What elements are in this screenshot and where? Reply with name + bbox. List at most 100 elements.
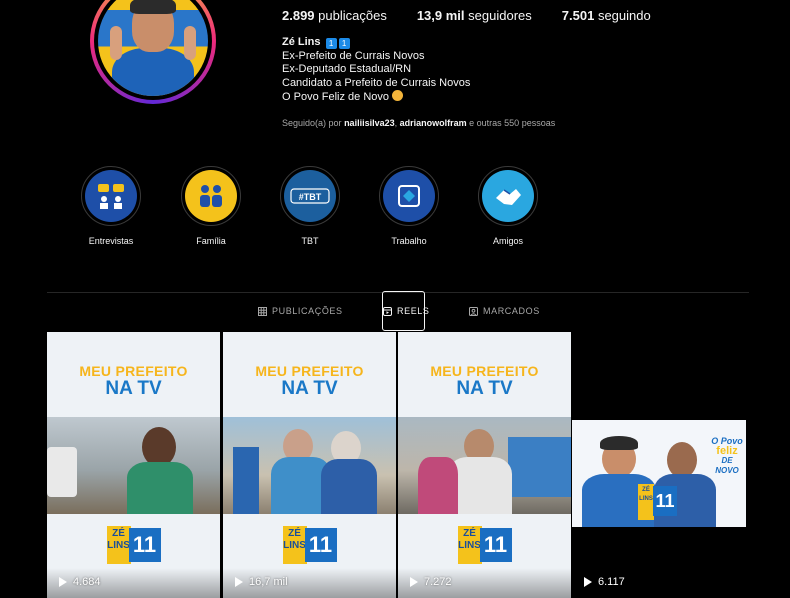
play-icon <box>410 577 418 587</box>
person-body <box>418 457 458 514</box>
reel-photo <box>47 417 220 514</box>
bio-line: Ex-Prefeito de Currais Novos <box>282 49 425 62</box>
reel-thumbnail[interactable]: MEU PREFEITO NA TV ZÉ LINS 11 7.272 <box>398 332 571 598</box>
play-icon <box>584 577 592 587</box>
car-shape <box>47 447 77 497</box>
interview-icon <box>85 170 137 222</box>
posts-label: publicações <box>318 8 387 23</box>
person-body <box>321 459 377 514</box>
bio-line: Ex-Deputado Estadual/RN <box>282 63 412 75</box>
reel-thumbnail[interactable]: MEU PREFEITO NA TV ZÉ LINS 11 4.684 <box>47 332 220 598</box>
profile-name: Zé Lins <box>282 36 321 48</box>
brand-text: O Povo feliz DE NOVO <box>710 436 744 476</box>
highlight-ring <box>81 166 141 226</box>
reel-photo <box>223 417 396 514</box>
avatar-hand-left <box>110 26 122 60</box>
badge-one-icon: 1 <box>325 38 337 49</box>
following-value: 7.501 <box>561 8 595 23</box>
reel-title-line1: MEU PREFEITO <box>430 362 539 379</box>
tbt-icon: #TBT <box>284 170 336 222</box>
highlight-amigos[interactable]: Amigos <box>478 166 538 246</box>
highlight-label: Entrevistas <box>88 236 134 246</box>
reel-title-line2: NA TV <box>105 377 162 399</box>
reel-thumbnail[interactable]: ZÉ LINS 11 O Povo feliz DE NOVO <box>572 420 746 527</box>
reel-views: 7.272 <box>410 576 452 588</box>
highlight-trabalho[interactable]: Trabalho <box>379 166 439 246</box>
avatar[interactable] <box>98 0 208 96</box>
bio-line: O Povo Feliz de Novo <box>282 91 389 103</box>
campaign-logo: ZÉ LINS 11 <box>638 484 678 520</box>
posts-value: 2.899 <box>282 8 315 23</box>
follower-link[interactable]: adrianowolfram <box>400 118 467 128</box>
highlight-entrevistas[interactable]: Entrevistas <box>81 166 141 246</box>
highlight-label: Trabalho <box>391 236 427 246</box>
followers-count[interactable]: 13,9 mil seguidores <box>417 8 532 23</box>
person-hair <box>600 436 638 450</box>
followers-label: seguidores <box>468 8 532 23</box>
profile-bio: Zé Lins 11 Ex-Prefeito de Currais Novos … <box>282 36 470 105</box>
tab-posts-label: PUBLICAÇÕES <box>272 306 343 316</box>
work-icon <box>383 170 435 222</box>
reel-thumbnail[interactable]: MEU PREFEITO NA TV ZÉ LINS 11 16,7 mil <box>223 332 396 598</box>
smile-emoji-icon <box>392 90 404 101</box>
logo-ze: ZÉ LINS <box>106 526 131 564</box>
avatar-hair <box>130 0 176 14</box>
reel-header: MEU PREFEITO NA TV <box>47 332 220 417</box>
logo-ze: ZÉ LINS <box>457 526 482 564</box>
family-icon <box>185 170 237 222</box>
reel-header: MEU PREFEITO NA TV <box>223 332 396 417</box>
followed-by-prefix: Seguido(a) por <box>282 118 342 128</box>
profile-stats: 2.899 publicações 13,9 mil seguidores 7.… <box>282 8 681 23</box>
logo-ze: ZÉ LINS <box>638 484 654 520</box>
campaign-logo: ZÉ LINS 11 <box>106 526 161 564</box>
followers-value: 13,9 mil <box>416 8 465 23</box>
follower-link[interactable]: nailiisilva23 <box>344 118 395 128</box>
profile-name-row: Zé Lins 11 <box>282 36 470 50</box>
reel-photo <box>398 417 571 514</box>
grid-icon <box>258 306 267 316</box>
views-count: 6.117 <box>598 576 625 588</box>
brand-line3: DE NOVO <box>715 456 739 475</box>
tab-posts[interactable]: PUBLICAÇÕES <box>258 306 343 316</box>
highlight-label: Amigos <box>492 236 523 246</box>
reel-title-line1: MEU PREFEITO <box>255 362 364 379</box>
reel-views: 16,7 mil <box>235 576 288 588</box>
highlight-tbt[interactable]: #TBT TBT <box>280 166 340 246</box>
play-icon <box>59 577 67 587</box>
logo-number: 11 <box>304 528 337 562</box>
reel-views: 4.684 <box>59 576 101 588</box>
views-count: 16,7 mil <box>249 576 288 588</box>
logo-ze: ZÉ LINS <box>282 526 307 564</box>
reel-header: MEU PREFEITO NA TV <box>398 332 571 417</box>
profile-avatar-ring[interactable] <box>90 0 216 104</box>
avatar-hand-right <box>184 26 196 60</box>
tagged-icon <box>469 306 478 316</box>
logo-number: 11 <box>479 528 512 562</box>
highlight-familia[interactable]: Família <box>181 166 241 246</box>
views-count: 7.272 <box>424 576 452 588</box>
badge-one-icon: 1 <box>338 38 350 49</box>
tab-tagged[interactable]: MARCADOS <box>469 306 540 316</box>
reel-views: 6.117 <box>584 576 625 588</box>
following-count[interactable]: 7.501 seguindo <box>562 8 651 23</box>
person-head <box>667 442 697 478</box>
handshake-icon <box>482 170 534 222</box>
tab-tagged-label: MARCADOS <box>483 306 540 316</box>
logo-number: 11 <box>653 486 677 516</box>
banner-shape <box>508 437 571 497</box>
logo-number: 11 <box>128 528 161 562</box>
reels-icon <box>383 306 392 316</box>
bio-line-with-emoji: O Povo Feliz de Novo <box>282 90 470 105</box>
highlight-ring <box>478 166 538 226</box>
campaign-logo: ZÉ LINS 11 <box>457 526 512 564</box>
play-icon <box>235 577 243 587</box>
followed-by-suffix: e outras 550 pessoas <box>469 118 556 128</box>
person-body <box>127 462 193 514</box>
reel-title-line2: NA TV <box>281 377 338 399</box>
highlight-ring <box>181 166 241 226</box>
following-label: seguindo <box>597 8 651 23</box>
avatar-shirt <box>112 48 194 96</box>
followed-by[interactable]: Seguido(a) por nailiisilva23, adrianowol… <box>282 118 555 128</box>
tab-reels[interactable]: REELS <box>383 306 430 316</box>
brand-line2: feliz <box>716 445 738 457</box>
